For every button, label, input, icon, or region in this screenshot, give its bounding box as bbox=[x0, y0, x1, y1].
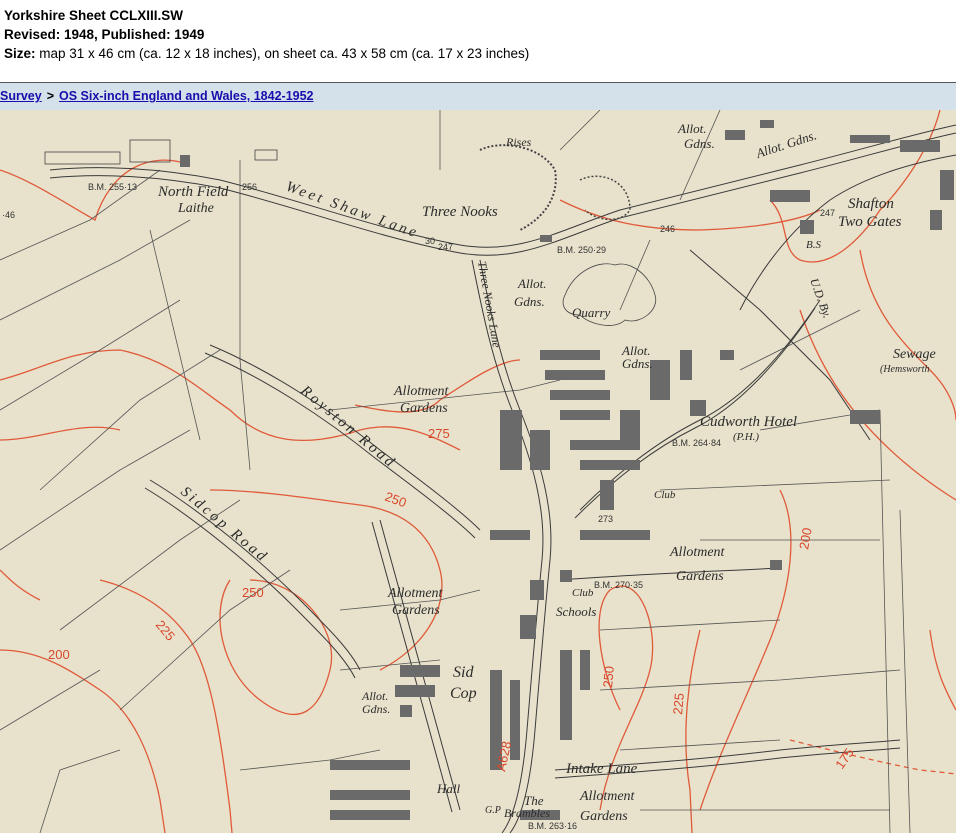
bm-264: B.M. 264·84 bbox=[672, 438, 721, 448]
sheet-title: Yorkshire Sheet CCLXIII.SW bbox=[4, 8, 184, 23]
label-two-gates: Two Gates bbox=[838, 214, 902, 230]
bm-263: B.M. 263·16 bbox=[528, 821, 577, 831]
breadcrumb-separator: > bbox=[46, 89, 55, 103]
bm-270: B.M. 270·35 bbox=[594, 580, 643, 590]
label-three-nooks: Three Nooks bbox=[422, 204, 498, 220]
sheet-size: Size: map 31 x 46 cm (ca. 12 x 18 inches… bbox=[4, 46, 530, 61]
label-cudworth-hotel: Cudworth Hotel bbox=[700, 414, 797, 430]
map-canvas[interactable]: North Field Laithe Weet Shaw Lane Three … bbox=[0, 110, 956, 833]
label-laithe: Laithe bbox=[177, 201, 214, 216]
label-club-2: Club bbox=[572, 587, 594, 599]
sheet-info: Yorkshire Sheet CCLXIII.SW Revised: 1948… bbox=[4, 6, 529, 63]
breadcrumb-os-six-inch-link[interactable]: OS Six-inch England and Wales, 1842-1952 bbox=[59, 89, 314, 103]
label-cop: Cop bbox=[450, 685, 477, 702]
label-north-field: North Field bbox=[157, 184, 229, 200]
spot-246: 246 bbox=[660, 224, 675, 234]
label-club-1: Club bbox=[654, 489, 676, 501]
label-rises: Rises bbox=[505, 135, 532, 149]
breadcrumb-survey-link[interactable]: Survey bbox=[0, 89, 42, 103]
spot-30: 30 bbox=[425, 236, 435, 246]
label-quarry: Quarry bbox=[572, 305, 611, 320]
spot-256: 256 bbox=[242, 182, 257, 192]
contour-250b: 250 bbox=[242, 585, 264, 600]
label-gardens-2: Gardens bbox=[676, 569, 724, 584]
label-bs: B.S bbox=[806, 239, 821, 251]
label-allot-1: Allot. bbox=[677, 121, 707, 136]
label-allotment-4: Allotment bbox=[579, 789, 636, 804]
contour-250c: 250 bbox=[600, 665, 617, 688]
map-viewer[interactable]: North Field Laithe Weet Shaw Lane Three … bbox=[0, 110, 956, 833]
label-hemsworth: (Hemsworth bbox=[880, 364, 929, 375]
label-allotment-1: Allotment bbox=[393, 384, 450, 399]
spot-247a: 247 bbox=[438, 242, 453, 252]
label-brambles: Brambles bbox=[504, 806, 550, 820]
label-intake-lane: Intake Lane bbox=[565, 761, 638, 777]
label-allotment-2: Allotment bbox=[669, 545, 726, 560]
spot-273: 273 bbox=[598, 514, 613, 524]
label-allot-3: Allot. bbox=[517, 276, 547, 291]
label-gp: G.P bbox=[485, 805, 501, 816]
label-hall: Hall bbox=[436, 781, 461, 796]
breadcrumb: Survey > OS Six-inch England and Wales, 18… bbox=[0, 83, 956, 111]
label-gdns-1: Gdns. bbox=[684, 136, 715, 151]
contour-225b: 225 bbox=[670, 692, 687, 715]
label-ph: (P.H.) bbox=[733, 431, 759, 443]
label-gdns-5: Gdns. bbox=[362, 702, 390, 716]
label-sewage: Sewage bbox=[893, 347, 936, 362]
label-gardens-1: Gardens bbox=[400, 401, 448, 416]
contour-275: 275 bbox=[428, 426, 450, 441]
label-shafton: Shafton bbox=[848, 196, 894, 212]
bm-255: B.M. 255·13 bbox=[88, 182, 137, 192]
label-allotment-3: Allotment bbox=[387, 586, 444, 601]
label-allot-5: Allot. bbox=[361, 689, 388, 703]
bm-250: B.M. 250·29 bbox=[557, 245, 606, 255]
label-gdns-3: Gdns. bbox=[514, 294, 545, 309]
label-sid: Sid bbox=[453, 664, 474, 681]
label-gardens-3: Gardens bbox=[392, 603, 440, 618]
revised-published: Revised: 1948, Published: 1949 bbox=[4, 27, 205, 42]
label-gardens-4: Gardens bbox=[580, 809, 628, 824]
label-schools: Schools bbox=[556, 604, 596, 619]
label-gdns-4: Gdns. bbox=[622, 356, 653, 371]
spot-247b: 247 bbox=[820, 208, 835, 218]
contour-200a: 200 bbox=[48, 647, 70, 662]
spot-46: ·46 bbox=[2, 210, 15, 220]
